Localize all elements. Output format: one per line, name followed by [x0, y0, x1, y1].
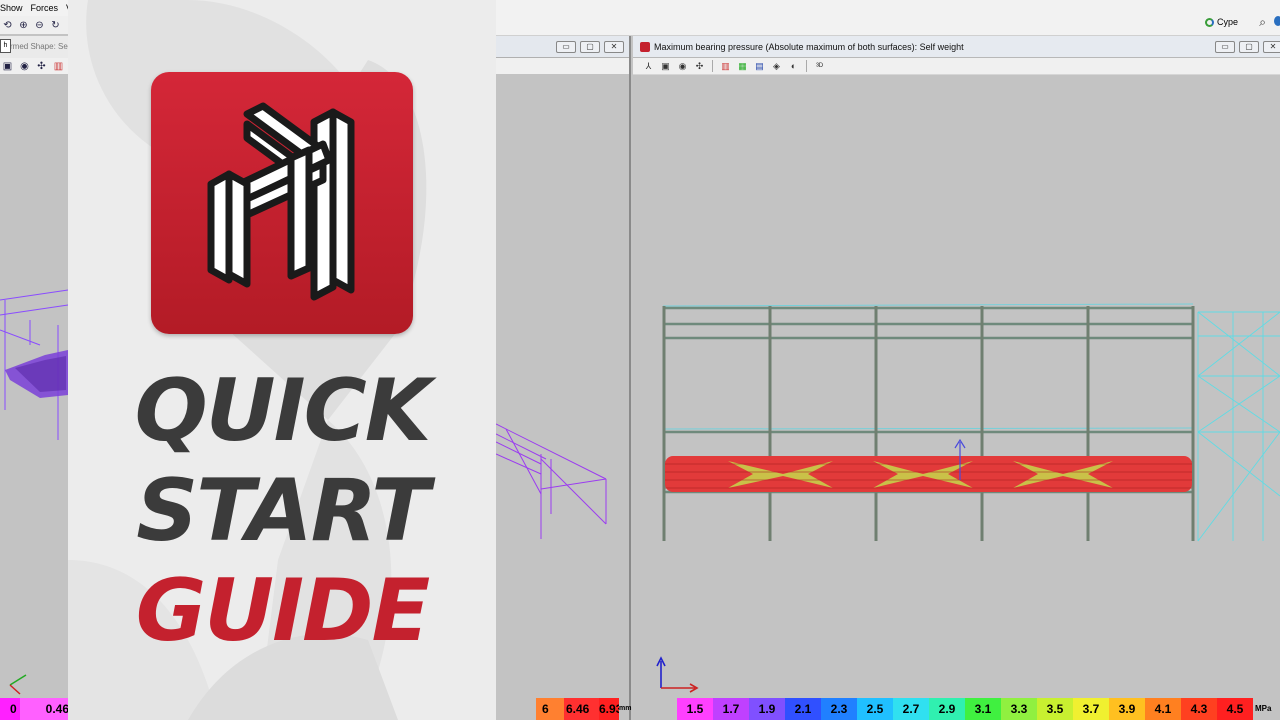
- scale-value: 1.7: [713, 698, 749, 720]
- scale-value: 4.1: [1145, 698, 1181, 720]
- cype-icon: [1204, 17, 1214, 27]
- axis-icon[interactable]: ⅄: [642, 60, 655, 73]
- maximize-button[interactable]: ▢: [1239, 41, 1259, 53]
- middle-color-scale: 6 6.46 6.93 mm: [496, 698, 631, 720]
- quick-start-card: QUICK START GUIDE: [68, 0, 496, 720]
- scale-value: 3.7: [1073, 698, 1109, 720]
- main-scale-unit: MPa: [1253, 698, 1273, 720]
- steel-beams-icon: [207, 102, 355, 301]
- grid-green-icon[interactable]: ▦: [736, 60, 749, 73]
- headline-start: START: [136, 461, 430, 561]
- middle-window-titlebar: ▭ ▢ ✕: [496, 36, 629, 58]
- grid-blue-icon[interactable]: ▤: [753, 60, 766, 73]
- cube-icon[interactable]: ▣: [659, 60, 672, 73]
- structure-model-view: [656, 303, 1280, 693]
- cype-link[interactable]: Cype: [1204, 17, 1238, 27]
- close-button[interactable]: ✕: [1263, 41, 1280, 53]
- headline-guide: GUIDE: [135, 561, 431, 661]
- box-icon[interactable]: ◈: [770, 60, 783, 73]
- scale-value: 2.7: [893, 698, 929, 720]
- middle-toolbar: [496, 58, 629, 74]
- middle-model-view: [496, 423, 607, 539]
- left-scale-value: 0.46: [20, 698, 70, 720]
- minimize-button[interactable]: ▭: [1215, 41, 1235, 53]
- grid-red-icon[interactable]: ▥: [719, 60, 732, 73]
- app-icon: [640, 42, 650, 52]
- scale-value: 2.1: [785, 698, 821, 720]
- screen: Show Forces V ⟲ ⊕ ⊖ ↻ h rmed Shape: Se ▣…: [0, 0, 1280, 720]
- scale-value: 2.9: [929, 698, 965, 720]
- help-icon[interactable]: [1274, 16, 1280, 26]
- scale-value: 2.3: [821, 698, 857, 720]
- main-window-title: Maximum bearing pressure (Absolute maxim…: [654, 42, 964, 52]
- scale-value: 1.9: [749, 698, 785, 720]
- middle-scale-value: 6: [536, 698, 564, 720]
- main-view-window: Maximum bearing pressure (Absolute maxim…: [633, 36, 1280, 720]
- maximize-button[interactable]: ▢: [580, 41, 600, 53]
- search-icon[interactable]: ⌕: [1259, 15, 1266, 30]
- scale-value: 4.3: [1181, 698, 1217, 720]
- main-toolbar: ⅄ ▣ ◉ ✣ ▥ ▦ ▤ ◈ ◐ ³ᴰ: [633, 58, 1280, 75]
- scale-value: 3.9: [1109, 698, 1145, 720]
- scale-value: 4.5: [1217, 698, 1253, 720]
- headline-quick: QUICK: [134, 361, 432, 461]
- middle-scale-value: 6.93: [599, 698, 622, 720]
- scale-value: 2.5: [857, 698, 893, 720]
- app-top-bar: Cype ⌕: [496, 0, 1280, 36]
- middle-scale-unit: mm: [619, 698, 631, 720]
- scale-value: 3.1: [965, 698, 1001, 720]
- product-logo: [151, 72, 413, 334]
- scale-value: 3.5: [1037, 698, 1073, 720]
- scale-value: 1.5: [677, 698, 713, 720]
- middle-view-window: ▭ ▢ ✕ 6 6.46 6.93 mm: [496, 36, 631, 720]
- 3d-icon[interactable]: ³ᴰ: [813, 60, 826, 73]
- minimize-button[interactable]: ▭: [556, 41, 576, 53]
- cype-label: Cype: [1216, 17, 1238, 27]
- left-app-window: Show Forces V ⟲ ⊕ ⊖ ↻ h rmed Shape: Se ▣…: [0, 0, 70, 720]
- eye-icon[interactable]: ◉: [676, 60, 689, 73]
- scale-value: 3.3: [1001, 698, 1037, 720]
- scale-segments: 1.5 1.7 1.9 2.1 2.3 2.5 2.7 2.9 3.1 3.3 3.5 3.7 3.9 4…: [677, 698, 1253, 720]
- close-button[interactable]: ✕: [604, 41, 624, 53]
- left-model-view: [0, 289, 69, 695]
- left-color-scale: 0 0.46: [0, 698, 70, 720]
- middle-scale-value: 6.46: [564, 698, 599, 720]
- main-color-scale: 1.5 1.7 1.9 2.1 2.3 2.5 2.7 2.9 3.1 3.3 3.5 3.7 3.9 4…: [633, 698, 1280, 720]
- hide-icon[interactable]: ◐: [787, 60, 800, 73]
- left-scale-value: 0: [0, 698, 20, 720]
- main-window-titlebar: Maximum bearing pressure (Absolute maxim…: [633, 36, 1280, 58]
- move-icon[interactable]: ✣: [693, 60, 706, 73]
